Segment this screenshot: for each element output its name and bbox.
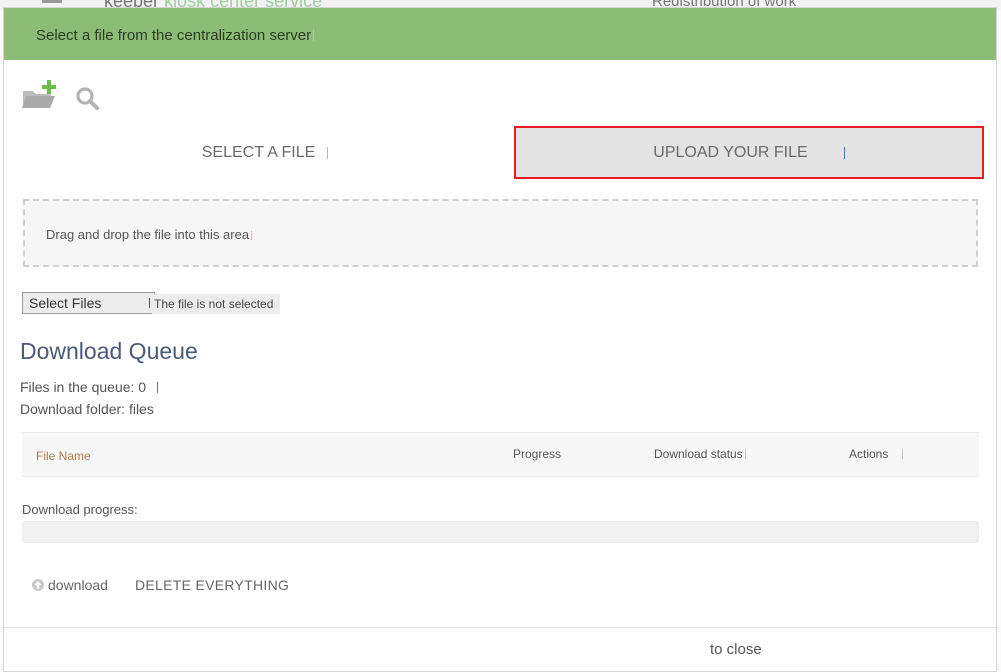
column-download-status: Download status [654, 447, 746, 461]
text-cursor [251, 231, 253, 240]
select-files-button[interactable]: Select Files [22, 292, 155, 314]
tab-separator [327, 146, 329, 159]
text-cursor [157, 382, 159, 393]
select-files-label: Select Files [29, 295, 102, 311]
file-status: The file is not selected [152, 294, 280, 314]
folder-plus-icon[interactable] [21, 80, 61, 110]
tab-upload-file-label: UPLOAD YOUR FILE [653, 143, 808, 161]
modal-header: Select a file from the centralization se… [4, 8, 996, 60]
column-separator [902, 449, 904, 459]
download-folder: Download folder: files [20, 401, 154, 417]
column-download-status-label: Download status [654, 447, 743, 461]
delete-everything-button[interactable]: DELETE EVERYTHING [135, 577, 289, 593]
menu-icon [42, 0, 62, 3]
upload-circle-icon [32, 579, 44, 591]
column-actions: Actions [849, 447, 904, 461]
queue-count: Files in the queue: 0 [20, 379, 159, 395]
drop-zone[interactable]: Drag and drop the file into this area [23, 199, 978, 267]
tab-select-file[interactable]: SELECT A FILE [22, 126, 508, 179]
queue-heading: Download Queue [20, 338, 198, 364]
tab-separator [843, 146, 845, 159]
modal-title: Select a file from the centralization se… [36, 27, 315, 44]
close-button[interactable]: to close [710, 641, 762, 658]
drop-zone-label: Drag and drop the file into this area [46, 227, 250, 242]
modal-title-text: Select a file from the centralization se… [36, 27, 312, 44]
queue-table-header: File Name Progress Download status Actio… [22, 432, 979, 477]
column-progress: Progress [513, 447, 562, 461]
download-progress-label: Download progress: [22, 502, 138, 517]
column-actions-label: Actions [849, 447, 889, 461]
footer-divider [4, 627, 996, 628]
queue-count-text: Files in the queue: 0 [20, 379, 147, 395]
text-cursor [313, 30, 315, 41]
download-progress-bar [22, 521, 979, 543]
select-files-marker [149, 298, 150, 308]
search-icon[interactable] [74, 86, 102, 112]
tab-upload-file[interactable]: UPLOAD YOUR FILE [514, 126, 984, 179]
file-upload-modal: Select a file from the centralization se… [3, 7, 997, 672]
tab-select-file-label: SELECT A FILE [201, 143, 316, 161]
column-file-name: File Name [36, 449, 91, 463]
column-separator [744, 449, 746, 459]
drop-zone-text: Drag and drop the file into this area [46, 227, 253, 242]
download-button-label: download [48, 577, 108, 593]
download-button[interactable]: download [31, 577, 108, 593]
